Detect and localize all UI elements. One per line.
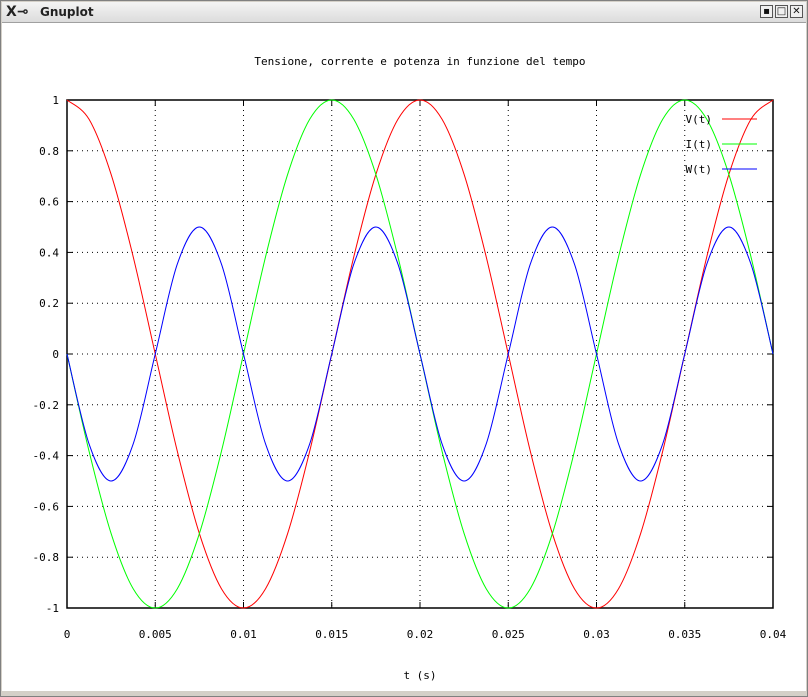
window-title: Gnuplot: [40, 5, 94, 19]
legend-label: I(t): [686, 138, 713, 151]
x-tick-label: 0.025: [492, 628, 525, 641]
gnuplot-window: X⊸ Gnuplot ▪ □ ✕ Tensione, corrente e po…: [0, 0, 808, 697]
plot-area: Tensione, corrente e potenza in funzione…: [2, 23, 806, 691]
y-tick-label: 0.4: [39, 246, 59, 259]
x-tick-label: 0: [64, 628, 71, 641]
y-tick-label: -0.8: [33, 551, 60, 564]
y-tick-label: -0.4: [33, 450, 60, 463]
y-tick-label: 0.6: [39, 196, 59, 209]
y-tick-label: 0: [52, 348, 59, 361]
minimize-icon[interactable]: ▪: [760, 5, 773, 18]
x-tick-label: 0.04: [760, 628, 787, 641]
y-tick-label: -0.2: [33, 399, 60, 412]
title-bar[interactable]: X⊸ Gnuplot ▪ □ ✕: [2, 2, 806, 23]
x-window-icon[interactable]: X⊸: [6, 4, 36, 20]
close-icon[interactable]: ✕: [790, 5, 803, 18]
x-tick-label: 0.035: [668, 628, 701, 641]
y-tick-label: 0.8: [39, 145, 59, 158]
maximize-icon[interactable]: □: [775, 5, 788, 18]
x-tick-label: 0.03: [583, 628, 610, 641]
y-tick-label: 0.2: [39, 297, 59, 310]
x-tick-label: 0.005: [139, 628, 172, 641]
legend-label: V(t): [686, 113, 713, 126]
y-tick-label: -0.6: [33, 500, 60, 513]
chart-svg: Tensione, corrente e potenza in funzione…: [33, 55, 787, 682]
x-tick-label: 0.02: [407, 628, 434, 641]
chart-title: Tensione, corrente e potenza in funzione…: [254, 55, 585, 68]
legend-label: W(t): [686, 163, 713, 176]
x-tick-label: 0.015: [315, 628, 348, 641]
x-axis-label: t (s): [403, 669, 436, 682]
y-tick-label: 1: [52, 94, 59, 107]
x-tick-label: 0.01: [230, 628, 257, 641]
y-tick-label: -1: [46, 602, 59, 615]
